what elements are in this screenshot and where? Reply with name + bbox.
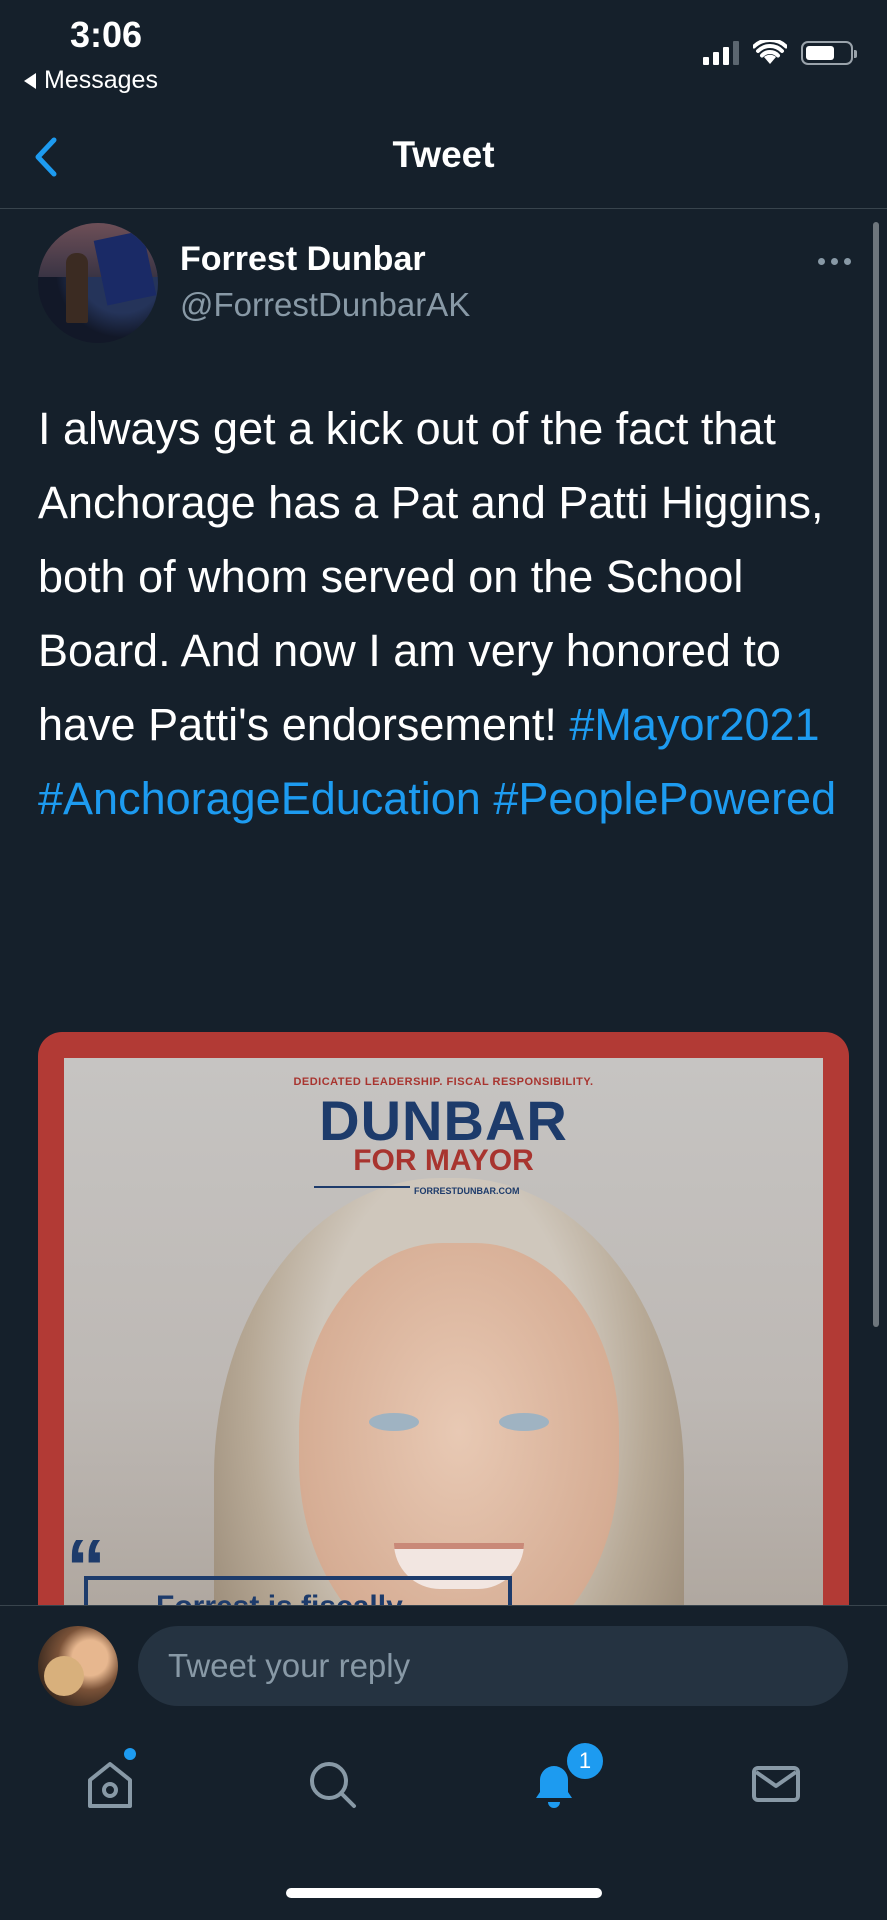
logo-divider [314,1186,410,1188]
hashtag-link[interactable]: #Mayor2021 [569,699,819,750]
campaign-graphic: DEDICATED LEADERSHIP. FISCAL RESPONSIBIL… [64,1058,823,1605]
hashtag-link[interactable]: #PeoplePowered [493,773,836,824]
tweet-body: I always get a kick out of the fact that… [38,403,824,750]
search-icon [310,1762,356,1808]
ellipsis-icon[interactable] [818,258,851,265]
author-handle[interactable]: @ForrestDunbarAK [180,286,470,324]
notification-badge: 1 [564,1740,606,1782]
home-new-dot [124,1748,136,1760]
reply-input[interactable] [138,1626,848,1706]
tab-home[interactable] [80,1748,140,1814]
cellular-signal-icon [703,41,739,65]
scrollbar[interactable] [873,222,879,1327]
tab-search[interactable] [302,1754,362,1814]
hashtag-link[interactable]: #AnchorageEducation [38,773,481,824]
home-indicator [286,1888,602,1898]
battery-icon [801,41,857,65]
tweet-text: I always get a kick out of the fact that… [38,392,858,836]
author-avatar[interactable] [38,223,158,343]
status-icons [703,40,857,66]
nav-bar: Tweet [0,112,887,209]
mail-icon [752,1766,800,1802]
back-to-messages[interactable]: Messages [24,66,158,95]
media-tagline: DEDICATED LEADERSHIP. FISCAL RESPONSIBIL… [293,1076,594,1088]
tab-notifications[interactable]: 1 [524,1740,606,1814]
media-quote: Forrest is fiscally [156,1590,403,1605]
tab-messages[interactable] [746,1754,806,1814]
status-time: 3:06 [70,14,143,55]
wifi-icon [753,40,787,64]
author-name[interactable]: Forrest Dunbar [180,240,426,279]
status-bar: 3:06 Messages [0,0,887,110]
tweet-media-image[interactable]: DEDICATED LEADERSHIP. FISCAL RESPONSIBIL… [38,1032,849,1605]
reply-bar [0,1605,887,1725]
back-triangle-icon [24,72,36,89]
tweet-detail: Forrest Dunbar @ForrestDunbarAK I always… [0,210,887,1605]
media-logo-sub: FOR MAYOR [353,1144,534,1177]
user-avatar[interactable] [38,1626,118,1706]
media-url: FORRESTDUNBAR.COM [414,1186,520,1196]
home-icon [88,1762,132,1808]
page-title: Tweet [392,134,495,175]
back-app-label: Messages [44,66,158,94]
